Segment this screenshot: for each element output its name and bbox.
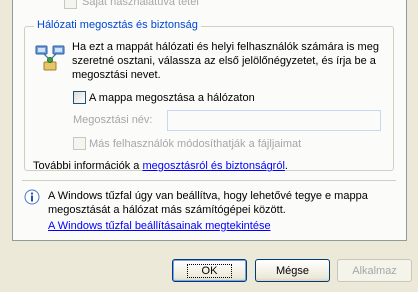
- allow-change-row: Más felhasználók módosíthatják a fájljai…: [73, 137, 301, 150]
- network-sharing-title: Hálózati megosztás és biztonság: [34, 19, 201, 31]
- share-folder-row[interactable]: A mappa megosztása a hálózaton: [73, 91, 255, 104]
- firewall-message: A Windows tűzfal úgy van beállítva, hogy…: [48, 190, 368, 216]
- cancel-button[interactable]: Mégse: [255, 259, 330, 282]
- share-name-input[interactable]: [167, 110, 381, 131]
- more-info-suffix: .: [284, 160, 288, 172]
- make-private-label: Saját használatúvá tétel: [82, 0, 199, 8]
- info-icon: [24, 189, 40, 205]
- ok-button[interactable]: OK: [172, 259, 247, 282]
- make-private-checkbox-row: Saját használatúvá tétel: [64, 0, 199, 10]
- make-private-checkbox: [64, 0, 77, 9]
- share-name-label: Megosztási név:: [73, 114, 153, 126]
- share-folder-checkbox[interactable]: [73, 91, 86, 104]
- more-info-text: További információk a megosztásról és bi…: [33, 160, 288, 172]
- ok-label: OK: [186, 263, 233, 278]
- sharing-description: Ha ezt a mappát hálózati és helyi felhas…: [72, 41, 379, 81]
- firewall-settings-link[interactable]: A Windows tűzfal beállításainak megtekin…: [48, 220, 271, 232]
- allow-change-label: Más felhasználók módosíthatják a fájljai…: [89, 137, 302, 150]
- allow-change-checkbox: [73, 137, 86, 150]
- network-share-icon: [35, 45, 65, 71]
- sharing-security-link[interactable]: megosztásról és biztonságról: [142, 160, 284, 172]
- apply-button: Alkalmaz: [337, 259, 412, 282]
- divider: [22, 180, 396, 181]
- more-info-prefix: További információk a: [33, 160, 143, 172]
- share-folder-label[interactable]: A mappa megosztása a hálózaton: [89, 92, 255, 104]
